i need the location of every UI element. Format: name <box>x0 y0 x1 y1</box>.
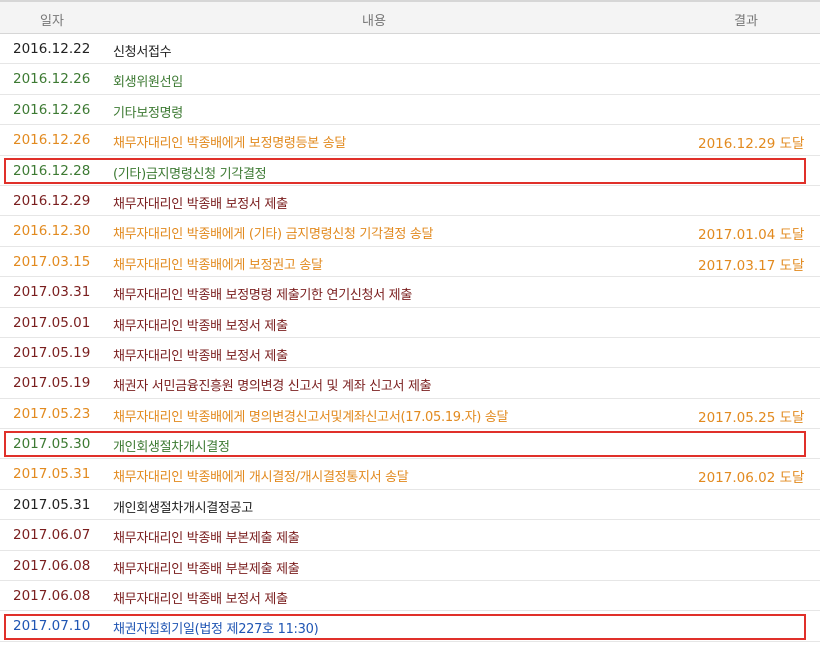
row-content: 채무자대리인 박종배에게 명의변경신고서및계좌신고서(17.05.19.자) 송… <box>113 409 509 425</box>
row-date: 2016.12.26 <box>13 101 91 118</box>
table-row: 2016.12.22 신청서접수 <box>0 34 820 65</box>
row-result: 2017.06.02 도달 <box>698 470 805 487</box>
row-date: 2016.12.30 <box>13 223 91 240</box>
row-content: 채무자대리인 박종배에게 보정명령등본 송달 <box>113 136 347 152</box>
row-content: 채무자대리인 박종배 보정서 제출 <box>113 348 288 364</box>
table-row: 2016.12.29 채무자대리인 박종배 보정서 제출 <box>0 186 820 217</box>
row-date: 2016.12.26 <box>13 71 91 88</box>
table-row: 2017.05.01 채무자대리인 박종배 보정서 제출 <box>0 308 820 338</box>
row-content: 채무자대리인 박종배에게 (기타) 금지명령신청 기각결정 송달 <box>113 227 434 243</box>
row-content: 회생위원선임 <box>113 75 183 91</box>
row-date: 2017.05.19 <box>13 375 91 392</box>
row-date: 2017.06.08 <box>13 588 91 605</box>
row-content: 채무자대리인 박종배에게 보정권고 송달 <box>113 257 323 273</box>
row-date: 2017.05.19 <box>13 344 91 361</box>
row-content: 채권자집회기일(법정 제227호 11:30) <box>113 622 319 638</box>
row-date: 2016.12.26 <box>13 132 91 149</box>
row-date: 2017.05.23 <box>13 405 91 422</box>
row-date: 2017.03.15 <box>13 253 91 270</box>
row-content: 채무자대리인 박종배에게 개시결정/개시결정통지서 송달 <box>113 470 409 486</box>
table-row: 2017.05.23 채무자대리인 박종배에게 명의변경신고서및계좌신고서(17.… <box>0 399 820 430</box>
table-row: 2017.05.19 채권자 서민금융진흥원 명의변경 신고서 및 계좌 신고서 … <box>0 368 820 399</box>
table-row: 2016.12.26 기타보정명령 <box>0 95 820 126</box>
row-date: 2016.12.22 <box>13 41 91 57</box>
row-date: 2017.06.07 <box>13 527 91 544</box>
row-result: 2017.03.17 도달 <box>698 257 805 274</box>
table-row: 2016.12.28 (기타)금지명령신청 기각결정 <box>0 156 820 186</box>
row-content: 채무자대리인 박종배 보정서 제출 <box>113 318 288 334</box>
table-row: 2017.07.10 채권자집회기일(법정 제227호 11:30) <box>0 611 820 642</box>
row-content: 개인회생절차개시결정공고 <box>113 500 253 516</box>
table-row: 2017.03.15 채무자대리인 박종배에게 보정권고 송달 2017.03.17… <box>0 247 820 278</box>
row-content: 채무자대리인 박종배 부본제출 제출 <box>113 531 300 547</box>
table-row: 2017.06.08 채무자대리인 박종배 부본제출 제출 <box>0 551 820 582</box>
row-content: 기타보정명령 <box>113 105 183 121</box>
row-content: 채무자대리인 박종배 부본제출 제출 <box>113 561 300 577</box>
table-row: 2017.05.31 개인회생절차개시결정공고 <box>0 490 820 521</box>
row-date: 2017.05.30 <box>13 436 91 453</box>
row-date: 2017.03.31 <box>13 284 91 301</box>
table-row: 2017.05.31 채무자대리인 박종배에게 개시결정/개시결정통지서 송달 20… <box>0 459 820 490</box>
row-date: 2016.12.29 <box>13 192 91 209</box>
table-header: 일자 내용 결과 <box>0 0 820 34</box>
row-content: 채무자대리인 박종배 보정명령 제출기한 연기신청서 제출 <box>113 288 413 304</box>
table-row: 2017.06.08 채무자대리인 박종배 보정서 제출 <box>0 581 820 612</box>
row-date: 2017.05.31 <box>13 466 91 483</box>
row-content: 채무자대리인 박종배 보정서 제출 <box>113 592 288 608</box>
table-row: 2016.12.26 회생위원선임 <box>0 64 820 95</box>
row-result: 2017.05.25 도달 <box>698 409 805 426</box>
table-row: 2016.12.30 채무자대리인 박종배에게 (기타) 금지명령신청 기각결정 … <box>0 216 820 247</box>
table-row: 2017.03.31 채무자대리인 박종배 보정명령 제출기한 연기신청서 제출 <box>0 277 820 308</box>
header-content: 내용 <box>362 14 386 29</box>
row-content: 채권자 서민금융진흥원 명의변경 신고서 및 계좌 신고서 제출 <box>113 379 432 395</box>
header-result: 결과 <box>734 14 758 29</box>
row-date: 2017.06.08 <box>13 557 91 574</box>
case-history-table: 일자 내용 결과 2016.12.22 신청서접수 2016.12.26 회생위원선임… <box>0 0 820 642</box>
row-content: 채무자대리인 박종배 보정서 제출 <box>113 196 288 212</box>
row-date: 2017.07.10 <box>13 618 91 635</box>
row-date: 2017.05.01 <box>13 314 91 331</box>
table-body: 2016.12.22 신청서접수 2016.12.26 회생위원선임 2016.12.2… <box>0 34 820 642</box>
row-result: 2016.12.29 도달 <box>698 136 805 153</box>
header-date: 일자 <box>40 14 64 29</box>
row-content: (기타)금지명령신청 기각결정 <box>113 166 267 182</box>
row-date: 2016.12.28 <box>13 162 91 179</box>
row-content: 신청서접수 <box>113 45 172 60</box>
table-row: 2016.12.26 채무자대리인 박종배에게 보정명령등본 송달 2016.12.… <box>0 125 820 156</box>
row-content: 개인회생절차개시결정 <box>113 440 230 456</box>
row-result: 2017.01.04 도달 <box>698 227 805 244</box>
row-date: 2017.05.31 <box>13 496 91 513</box>
table-row: 2017.06.07 채무자대리인 박종배 부본제출 제출 <box>0 520 820 551</box>
table-row: 2017.05.30 개인회생절차개시결정 <box>0 429 820 460</box>
table-row: 2017.05.19 채무자대리인 박종배 보정서 제출 <box>0 338 820 369</box>
